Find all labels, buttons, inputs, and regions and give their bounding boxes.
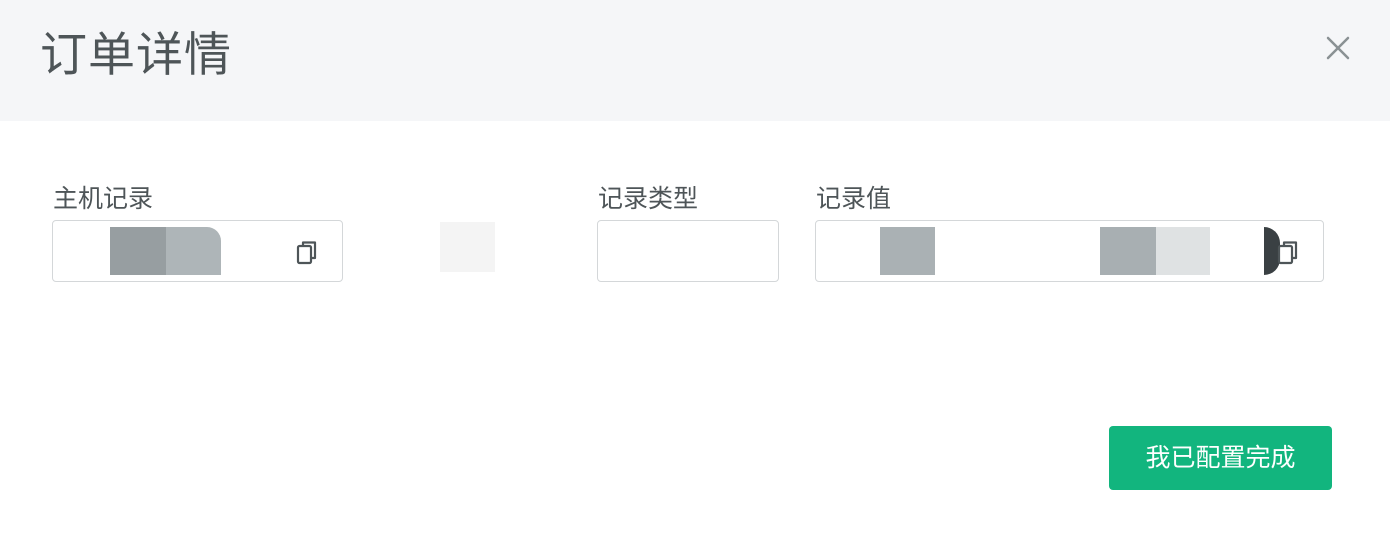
host-record-field[interactable]: ████████ [52, 220, 343, 282]
copy-icon [296, 241, 317, 265]
host-record-value: ████████ [110, 227, 166, 275]
copy-record-value-button[interactable] [1275, 238, 1301, 268]
close-icon [1326, 36, 1350, 60]
record-value-mask-1 [1100, 227, 1156, 275]
record-value-label: 记录值 [816, 184, 892, 213]
host-record-label: 主机记录 [53, 184, 154, 213]
record-value-mask-2 [1156, 227, 1210, 275]
record-value-value: ████████████████ [880, 227, 935, 275]
copy-host-record-button[interactable] [294, 238, 320, 268]
record-type-value [608, 227, 768, 275]
dialog-title: 订单详情 [40, 28, 232, 83]
record-value-field[interactable]: ████████████████ [815, 220, 1324, 282]
blurred-region [440, 222, 495, 272]
order-detail-dialog: 订单详情 主机记录 ████████ 记录类型 记录值 ████████████… [0, 0, 1390, 544]
config-complete-button[interactable]: 我已配置完成 [1109, 426, 1332, 490]
host-record-mask [166, 227, 221, 275]
close-button[interactable] [1318, 28, 1358, 68]
record-type-label: 记录类型 [598, 184, 699, 213]
copy-icon [1277, 241, 1298, 265]
record-type-field[interactable] [597, 220, 779, 282]
dialog-header: 订单详情 [0, 0, 1390, 121]
